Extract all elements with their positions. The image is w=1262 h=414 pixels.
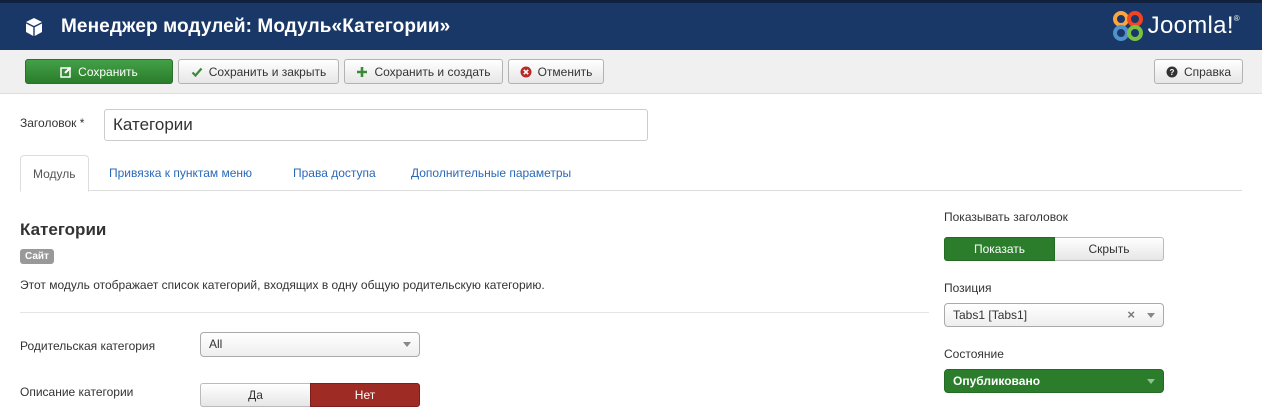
tab-menu-assignment[interactable]: Привязка к пунктам меню: [97, 155, 264, 191]
help-icon: ?: [1166, 66, 1178, 78]
help-button[interactable]: ? Справка: [1154, 59, 1243, 84]
save-button[interactable]: Сохранить: [25, 59, 173, 84]
title-label: Заголовок *: [20, 116, 85, 130]
joomla-logo-icon: [1112, 11, 1143, 41]
position-label: Позиция: [944, 281, 992, 295]
show-title-hide[interactable]: Скрыть: [1055, 237, 1164, 261]
joomla-logo[interactable]: Joomla!®: [1112, 10, 1240, 42]
cancel-circle-icon: [520, 66, 532, 78]
parent-category-label: Родительская категория: [20, 339, 156, 353]
tab-bar: Модуль Привязка к пунктам меню Права дос…: [20, 155, 1242, 192]
chevron-down-icon: [1147, 313, 1155, 318]
state-label: Состояние: [944, 347, 1004, 361]
title-input[interactable]: [104, 109, 648, 141]
save-button-label: Сохранить: [78, 64, 138, 79]
clear-icon[interactable]: ×: [1127, 307, 1135, 322]
logo-text: Joomla!: [1147, 12, 1234, 39]
module-heading: Категории: [20, 220, 107, 239]
svg-text:?: ?: [1170, 68, 1175, 77]
cancel-label: Отменить: [537, 64, 593, 79]
chevron-down-icon: [403, 342, 411, 347]
tab-module[interactable]: Модуль: [20, 155, 89, 192]
parent-category-select[interactable]: All: [200, 332, 420, 357]
page-title: Менеджер модулей: Модуль«Категории»: [61, 16, 451, 37]
check-icon: [191, 66, 203, 78]
show-title-label: Показывать заголовок: [944, 210, 1068, 224]
save-and-new-label: Сохранить и создать: [374, 64, 491, 79]
parent-category-value: All: [209, 337, 223, 351]
position-value: Tabs1 [Tabs1]: [953, 308, 1028, 322]
cancel-button[interactable]: Отменить: [508, 59, 604, 84]
chevron-down-icon: [1147, 379, 1155, 384]
divider: [20, 312, 929, 313]
help-label: Справка: [1183, 64, 1232, 79]
position-select[interactable]: Tabs1 [Tabs1] ×: [944, 303, 1164, 327]
edit-icon: [60, 66, 72, 78]
site-badge: Сайт: [20, 249, 54, 264]
state-select[interactable]: Опубликовано: [944, 369, 1164, 393]
category-description-label: Описание категории: [20, 385, 134, 399]
plus-icon: [356, 66, 368, 78]
save-and-close-button[interactable]: Сохранить и закрыть: [178, 59, 339, 84]
tab-permissions[interactable]: Права доступа: [281, 155, 388, 191]
save-and-close-label: Сохранить и закрыть: [208, 64, 327, 79]
show-title-show[interactable]: Показать: [944, 237, 1055, 261]
category-description-no[interactable]: Нет: [310, 383, 420, 407]
category-description-yes[interactable]: Да: [200, 383, 310, 407]
logo-registered: ®: [1233, 14, 1240, 23]
toolbar: Сохранить Сохранить и закрыть Сохранить …: [0, 50, 1262, 94]
module-description: Этот модуль отображает список категорий,…: [20, 278, 545, 292]
app-header: Менеджер модулей: Модуль«Категории» Joom…: [0, 0, 1262, 50]
cube-icon: [26, 18, 42, 36]
tab-advanced[interactable]: Дополнительные параметры: [399, 155, 583, 191]
save-and-new-button[interactable]: Сохранить и создать: [344, 59, 503, 84]
state-value: Опубликовано: [953, 374, 1041, 388]
